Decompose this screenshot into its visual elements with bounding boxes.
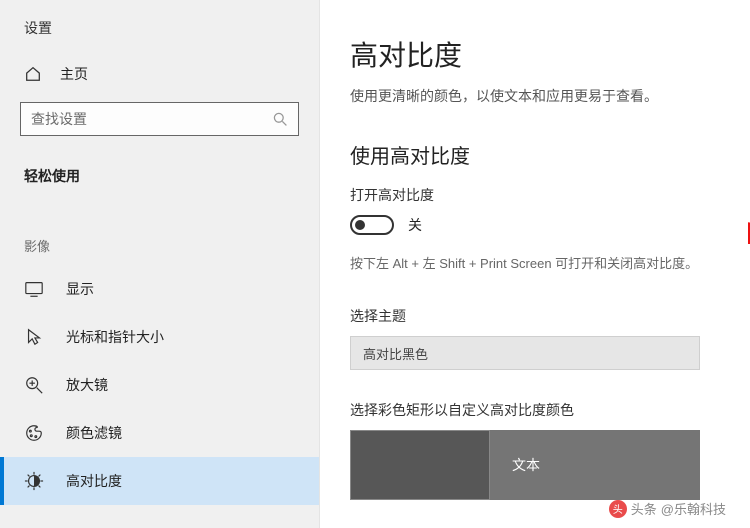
- watermark-prefix: 头条: [631, 499, 657, 518]
- sidebar-item-label: 放大镜: [66, 375, 108, 395]
- page-subtitle: 使用更清晰的颜色，以使文本和应用更易于查看。: [350, 86, 720, 106]
- cursor-icon: [24, 327, 44, 347]
- palette-icon: [24, 423, 44, 443]
- colors-label: 选择彩色矩形以自定义高对比度颜色: [350, 400, 720, 420]
- home-nav-item[interactable]: 主页: [0, 54, 319, 94]
- hotkey-hint: 按下左 Alt + 左 Shift + Print Screen 可打开和关闭高…: [350, 253, 720, 272]
- content-pane: 高对比度 使用更清晰的颜色，以使文本和应用更易于查看。 使用高对比度 打开高对比…: [320, 0, 750, 528]
- color-customize-panel: 文本: [350, 430, 700, 500]
- sidebar-subgroup-vision: 影像: [0, 194, 319, 265]
- sidebar-item-label: 高对比度: [66, 471, 122, 491]
- watermark: 头 头条 @乐翰科技: [609, 499, 726, 518]
- swatch-text-label: 文本: [490, 430, 700, 500]
- search-icon: [272, 111, 288, 127]
- section-heading-use-high-contrast: 使用高对比度: [350, 140, 720, 169]
- watermark-handle: @乐翰科技: [661, 499, 726, 518]
- high-contrast-icon: [24, 471, 44, 491]
- sidebar-item-label: 颜色滤镜: [66, 423, 122, 443]
- sidebar-item-high-contrast[interactable]: 高对比度: [0, 457, 319, 505]
- theme-dropdown[interactable]: 高对比黑色: [350, 336, 700, 370]
- search-settings-box[interactable]: [20, 102, 299, 136]
- search-input[interactable]: [31, 111, 272, 127]
- high-contrast-toggle[interactable]: [350, 215, 394, 235]
- toggle-label: 打开高对比度: [350, 185, 720, 205]
- home-icon: [24, 65, 42, 83]
- magnifier-icon: [24, 375, 44, 395]
- text-color-swatch[interactable]: [350, 430, 490, 500]
- toggle-state-text: 关: [408, 215, 422, 235]
- sidebar-item-color-filters[interactable]: 颜色滤镜: [0, 409, 319, 457]
- watermark-logo-icon: 头: [609, 500, 627, 518]
- sidebar-group-ease-of-access: 轻松使用: [0, 148, 319, 194]
- sidebar-item-magnifier[interactable]: 放大镜: [0, 361, 319, 409]
- sidebar-item-display[interactable]: 显示: [0, 265, 319, 313]
- home-label: 主页: [60, 64, 88, 84]
- sidebar-item-label: 显示: [66, 279, 94, 299]
- sidebar-item-cursor-pointer-size[interactable]: 光标和指针大小: [0, 313, 319, 361]
- theme-selected-value: 高对比黑色: [363, 344, 428, 363]
- settings-sidebar: 设置 主页 轻松使用 影像: [0, 0, 320, 528]
- monitor-icon: [24, 279, 44, 299]
- window-title: 设置: [0, 18, 319, 54]
- theme-label: 选择主题: [350, 306, 720, 326]
- sidebar-item-label: 光标和指针大小: [66, 327, 164, 347]
- page-title: 高对比度: [350, 34, 720, 74]
